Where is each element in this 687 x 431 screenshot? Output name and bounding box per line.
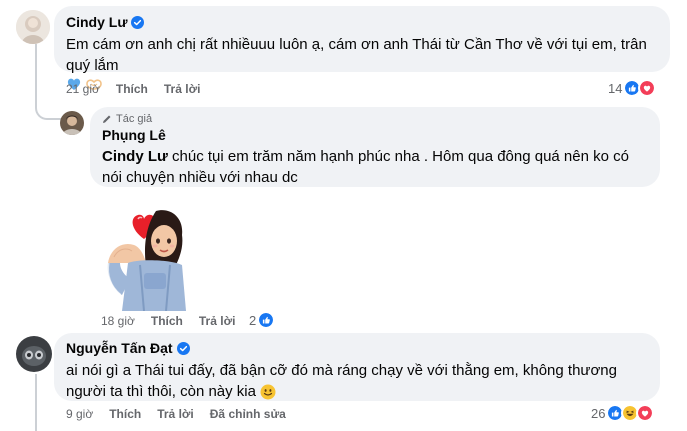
reaction-summary-phung[interactable]: 2 xyxy=(249,311,276,329)
comment-author[interactable]: Nguyễn Tấn Đạt xyxy=(66,340,173,356)
mention-link[interactable]: Cindy Lư xyxy=(102,148,168,165)
avatar-phung[interactable] xyxy=(60,111,84,135)
comment-bubble-dat: Nguyễn Tấn Đạt ai nói gì a Thái tui đấy,… xyxy=(54,333,660,401)
reaction-count: 2 xyxy=(249,312,257,328)
like-button[interactable]: Thích xyxy=(109,407,141,421)
verified-badge-icon xyxy=(131,15,145,29)
like-button[interactable]: Thích xyxy=(116,82,148,96)
comment-bubble-phung: Tác giả Phụng Lê Cindy Lư chúc tụi em tr… xyxy=(90,107,660,187)
comment-author[interactable]: Cindy Lư xyxy=(66,14,127,30)
love-reaction-icon xyxy=(638,79,657,97)
sticker-heart-girl xyxy=(100,205,190,312)
comment-text: ai nói gì a Thái tui đấy, đã bận cỡ đó m… xyxy=(66,362,617,400)
reaction-summary-dat[interactable]: 26 xyxy=(591,404,655,422)
reply-button[interactable]: Trả lời xyxy=(157,407,194,421)
comment-time[interactable]: 18 giờ xyxy=(101,314,135,328)
reaction-count: 14 xyxy=(608,80,623,96)
comment-actions-phung: 18 giờ Thích Trả lời xyxy=(101,314,235,328)
comment-text: Em cám ơn anh chị rất nhiềuuu luôn ạ, cá… xyxy=(66,36,647,74)
avatar-cindy[interactable] xyxy=(16,10,50,44)
reply-button[interactable]: Trả lời xyxy=(164,82,201,96)
reply-button[interactable]: Trả lời xyxy=(199,314,236,328)
comment-text: Cindy Lư chúc tụi em trăm năm hạnh phúc … xyxy=(102,148,629,186)
verified-badge-icon xyxy=(176,341,190,355)
reaction-count: 26 xyxy=(591,405,606,421)
comment-author[interactable]: Phụng Lê xyxy=(102,127,166,143)
thread-line-parent xyxy=(35,374,37,431)
avatar-dat[interactable] xyxy=(16,336,52,372)
comment-bubble-cindy: Cindy Lư Em cám ơn anh chị rất nhiềuuu l… xyxy=(54,6,670,90)
like-button[interactable]: Thích xyxy=(151,314,183,328)
comment-actions-cindy: 21 giờ Thích Trả lời xyxy=(66,82,200,96)
author-badge: Tác giả xyxy=(116,113,153,125)
love-reaction-icon xyxy=(636,404,655,422)
like-reaction-icon xyxy=(257,311,276,329)
edited-label[interactable]: Đã chỉnh sửa xyxy=(210,407,286,421)
comment-time[interactable]: 9 giờ xyxy=(66,407,93,421)
reaction-summary-cindy[interactable]: 14 xyxy=(608,79,657,97)
comment-actions-dat: 9 giờ Thích Trả lời Đã chỉnh sửa xyxy=(66,407,286,421)
author-pen-icon xyxy=(103,115,111,123)
comment-time[interactable]: 21 giờ xyxy=(66,82,100,96)
smiling-face-icon xyxy=(260,384,276,400)
